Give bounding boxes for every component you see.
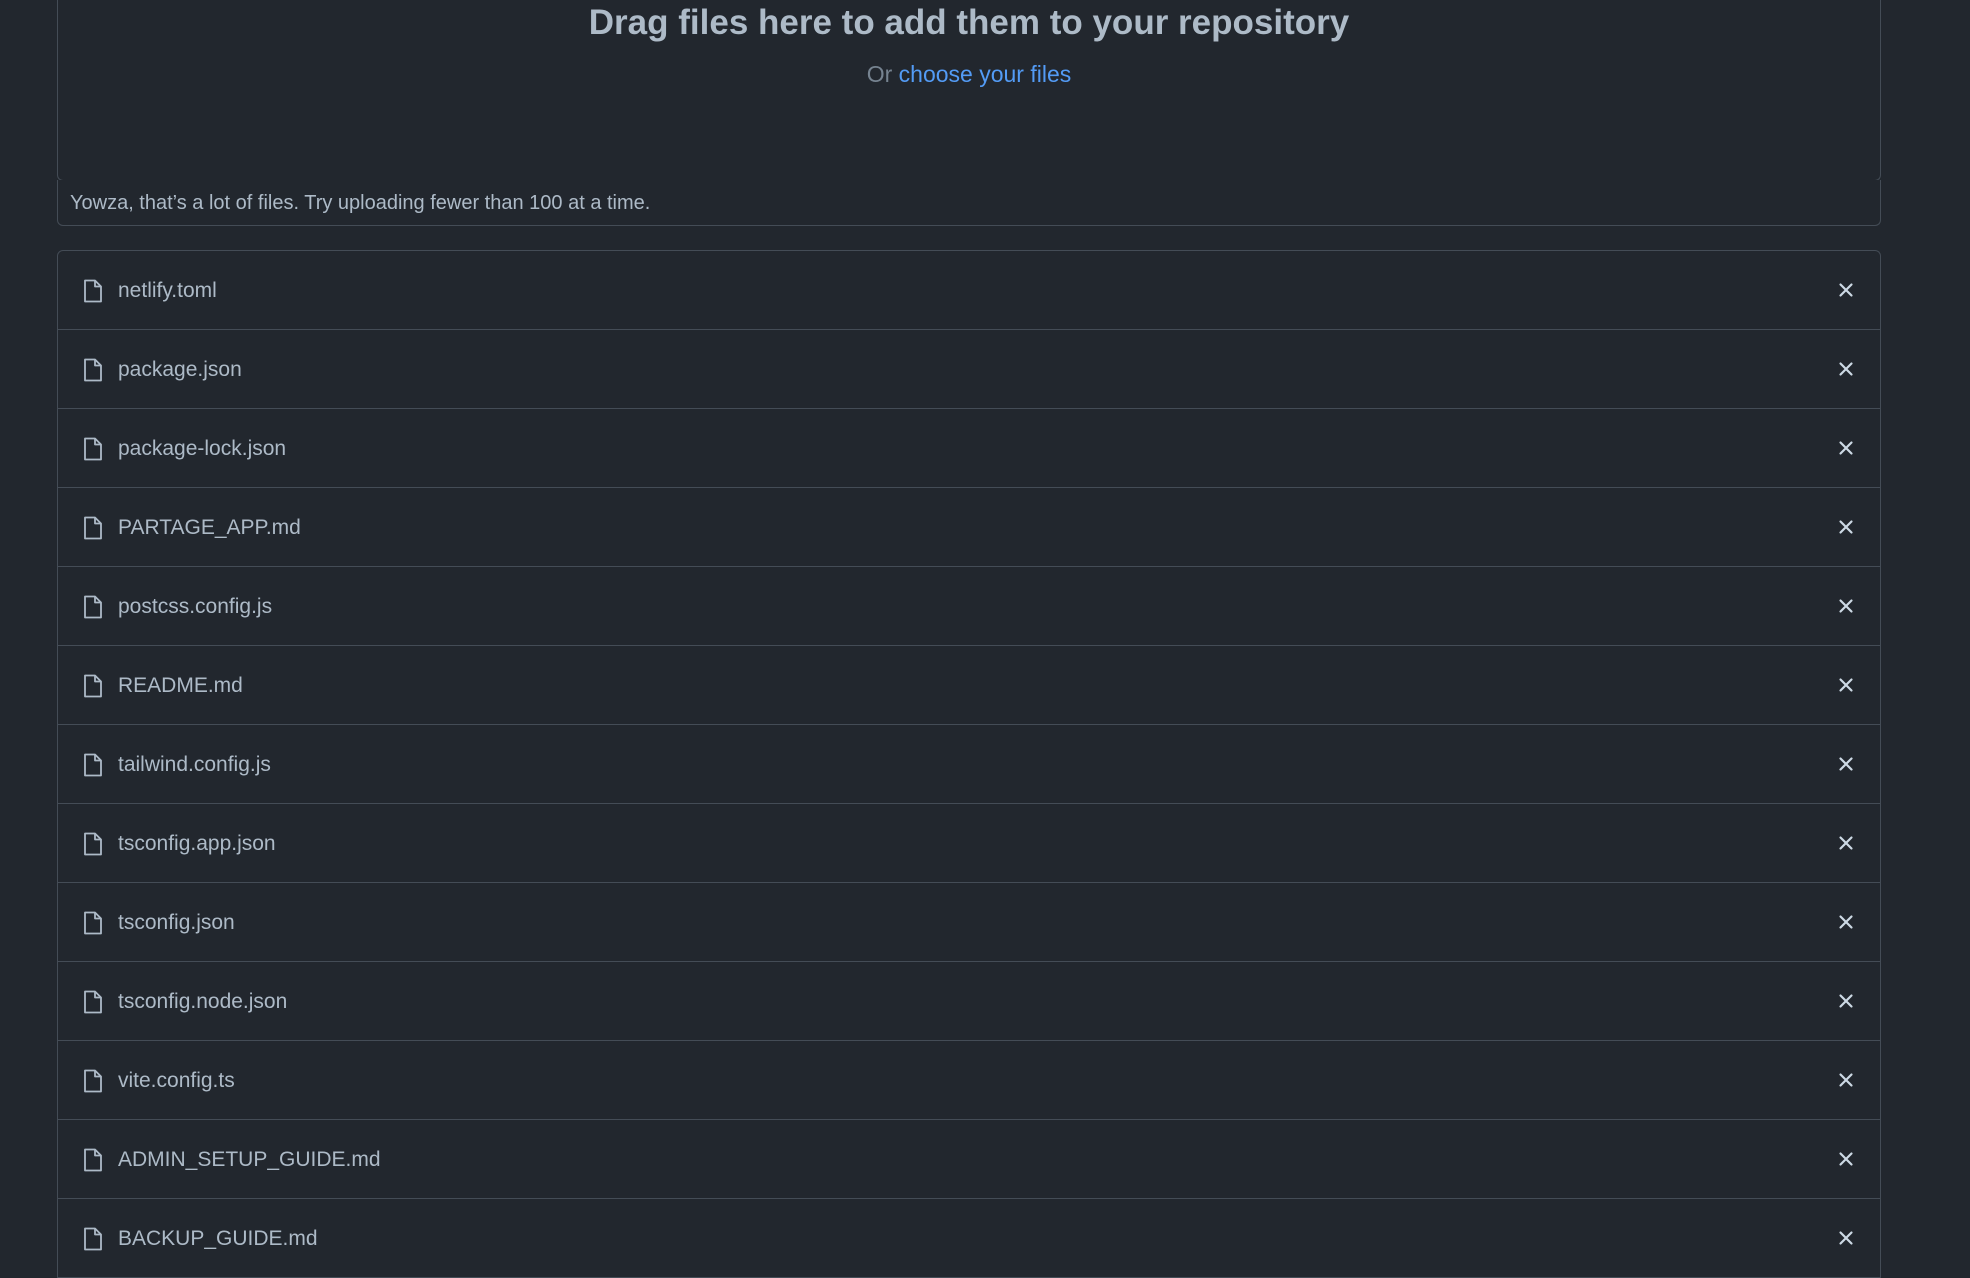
dropzone-subtitle: Or choose your files [58,59,1880,89]
file-name: netlify.toml [118,279,217,302]
file-icon [83,437,103,461]
x-close-icon [1839,994,1853,1008]
file-name: package-lock.json [118,437,287,460]
file-name: tsconfig.app.json [118,832,276,855]
file-icon [83,753,103,777]
x-close-icon [1839,757,1853,771]
file-dropzone[interactable]: Drag files here to add them to your repo… [57,0,1881,181]
dropzone-title: Drag files here to add them to your repo… [588,3,1350,42]
file-icon [83,674,103,698]
file-icon [83,1148,103,1172]
file-row: tsconfig.node.json [58,962,1880,1041]
remove-file-button[interactable] [1836,1228,1856,1248]
x-close-icon [1839,362,1853,376]
file-icon [83,516,103,540]
remove-file-button[interactable] [1836,517,1856,537]
remove-file-button[interactable] [1836,280,1856,300]
x-close-icon [1839,283,1853,297]
file-row: ADMIN_SETUP_GUIDE.md [58,1120,1880,1199]
file-icon [83,358,103,382]
file-row: tsconfig.json [58,883,1880,962]
file-row: BACKUP_GUIDE.md [58,1199,1880,1278]
x-close-icon [1839,1073,1853,1087]
file-icon [83,990,103,1014]
file-row: vite.config.ts [58,1041,1880,1120]
remove-file-button[interactable] [1836,359,1856,379]
remove-file-button[interactable] [1836,912,1856,932]
x-close-icon [1839,1231,1853,1245]
x-close-icon [1839,678,1853,692]
file-icon [83,832,103,856]
x-close-icon [1839,836,1853,850]
remove-file-button[interactable] [1836,438,1856,458]
file-row: tsconfig.app.json [58,804,1880,883]
x-close-icon [1839,441,1853,455]
x-close-icon [1839,915,1853,929]
remove-file-button[interactable] [1836,1070,1856,1090]
file-name: postcss.config.js [118,595,273,618]
x-close-icon [1839,1152,1853,1166]
remove-file-button[interactable] [1836,991,1856,1011]
file-name: tsconfig.json [118,911,235,934]
remove-file-button[interactable] [1836,1149,1856,1169]
file-icon [83,911,103,935]
file-name: README.md [118,674,243,697]
remove-file-button[interactable] [1836,833,1856,853]
file-icon [83,1069,103,1093]
too-many-files-warning: Yowza, that’s a lot of files. Try upload… [57,180,1881,226]
file-row: package-lock.json [58,409,1880,488]
file-row: package.json [58,330,1880,409]
file-name: tsconfig.node.json [118,990,288,1013]
file-row: postcss.config.js [58,567,1880,646]
remove-file-button[interactable] [1836,754,1856,774]
file-row: tailwind.config.js [58,725,1880,804]
file-row: PARTAGE_APP.md [58,488,1880,567]
file-row: README.md [58,646,1880,725]
file-name: ADMIN_SETUP_GUIDE.md [118,1148,381,1171]
choose-files-link[interactable]: choose your files [899,61,1072,87]
x-close-icon [1839,599,1853,613]
file-name: tailwind.config.js [118,753,271,776]
file-icon [83,595,103,619]
file-list: netlify.toml package.json package-lock.jso… [57,250,1881,1278]
file-name: vite.config.ts [118,1069,235,1092]
remove-file-button[interactable] [1836,596,1856,616]
x-close-icon [1839,520,1853,534]
upload-container: Drag files here to add them to your repo… [57,0,1881,1278]
file-row: netlify.toml [58,251,1880,330]
dropzone-or-text: Or [866,61,893,87]
file-name: PARTAGE_APP.md [118,516,301,539]
remove-file-button[interactable] [1836,675,1856,695]
file-icon [83,1227,103,1251]
file-name: package.json [118,358,242,381]
file-name: BACKUP_GUIDE.md [118,1227,318,1250]
file-icon [83,279,103,303]
